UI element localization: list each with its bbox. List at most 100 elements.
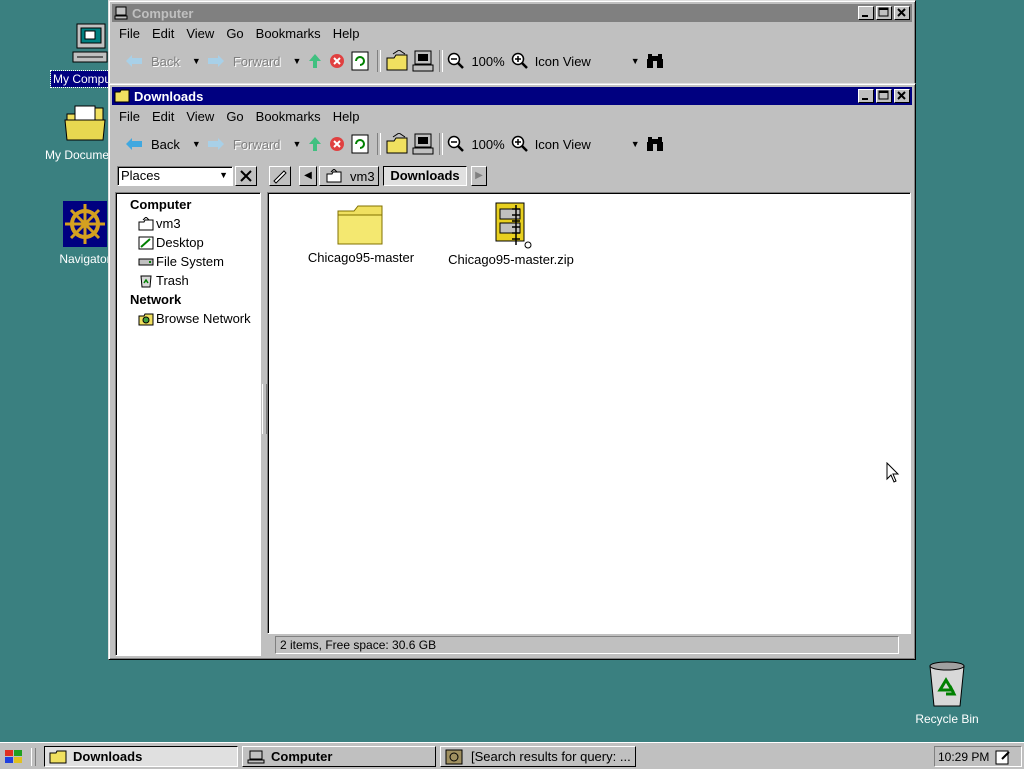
notes-icon[interactable] — [995, 749, 1011, 765]
home-folder-icon[interactable] — [385, 50, 409, 72]
arrow-up-icon[interactable] — [307, 53, 323, 69]
desktop-icon-recycle-bin[interactable]: Recycle Bin — [902, 660, 992, 727]
reload-icon[interactable] — [351, 51, 369, 71]
menu-help[interactable]: Help — [327, 109, 366, 124]
menu-help[interactable]: Help — [327, 26, 366, 41]
taskbar-button-downloads[interactable]: Downloads — [44, 746, 238, 767]
menu-view[interactable]: View — [180, 109, 220, 124]
zoom-out-icon[interactable] — [447, 135, 465, 153]
drive-icon — [138, 258, 154, 265]
zoom-in-icon[interactable] — [511, 52, 529, 70]
desktop-icon-label: Navigator — [59, 252, 111, 266]
menu-file[interactable]: File — [113, 26, 146, 41]
status-bar: 2 items, Free space: 30.6 GB — [275, 636, 899, 654]
minimize-button[interactable] — [858, 89, 874, 103]
toolbar: Back ▼ Forward ▼ 100% Icon View ▼ — [113, 46, 911, 76]
path-scroll-right[interactable]: ▶ — [471, 166, 487, 186]
minimize-button[interactable] — [858, 6, 874, 20]
file-name: Chicago95-master.zip — [448, 252, 574, 267]
view-dropdown-icon[interactable]: ▼ — [631, 139, 640, 149]
computer-icon — [72, 23, 108, 63]
desktop-icon-label: Recycle Bin — [915, 712, 979, 726]
places-sidebar: Computer vm3 Desktop File System Trash N… — [115, 192, 261, 656]
window-title: Downloads — [134, 88, 204, 104]
zoom-in-icon[interactable] — [511, 135, 529, 153]
chevron-down-icon[interactable]: ▼ — [219, 170, 228, 180]
downloads-window[interactable]: Downloads File Edit View Go Bookmarks He… — [108, 83, 916, 660]
path-scroll-left[interactable]: ◀ — [299, 166, 317, 186]
zoom-out-icon[interactable] — [447, 52, 465, 70]
sidebar-item-desktop[interactable]: Desktop — [130, 233, 260, 252]
path-button-vm3[interactable]: vm3 — [319, 166, 379, 186]
back-button[interactable]: Back — [125, 54, 180, 69]
network-icon — [138, 313, 154, 325]
sidebar-selector[interactable]: Places ▼ — [117, 166, 233, 186]
view-selector[interactable]: Icon View — [535, 54, 625, 69]
sidebar-item-vm3[interactable]: vm3 — [130, 214, 260, 233]
close-button[interactable] — [894, 6, 910, 20]
computer-window[interactable]: Computer File Edit View Go Bookmarks Hel… — [108, 0, 916, 86]
forward-button[interactable]: Forward — [207, 54, 281, 69]
close-sidebar-button[interactable] — [235, 166, 257, 186]
back-dropdown-icon[interactable]: ▼ — [192, 139, 201, 149]
sidebar-item-trash[interactable]: Trash — [130, 271, 260, 290]
toggle-location-button[interactable] — [269, 166, 291, 186]
file-item-zip[interactable]: Chicago95-master.zip — [436, 201, 586, 267]
taskbar-handle[interactable] — [31, 747, 36, 766]
binoculars-icon[interactable] — [646, 53, 664, 69]
folder-icon — [337, 205, 383, 245]
sidebar-item-browse-network[interactable]: Browse Network — [130, 309, 260, 328]
forward-dropdown-icon[interactable]: ▼ — [293, 56, 302, 66]
arrow-left-icon — [126, 55, 142, 67]
zoom-level[interactable]: 100% — [471, 137, 504, 152]
folder-icon — [49, 750, 67, 763]
maximize-button[interactable] — [876, 89, 892, 103]
path-button-downloads[interactable]: Downloads — [383, 166, 467, 186]
menu-file[interactable]: File — [113, 109, 146, 124]
view-dropdown-icon[interactable]: ▼ — [631, 56, 640, 66]
pencil-icon — [273, 170, 287, 184]
menu-bar: File Edit View Go Bookmarks Help — [113, 106, 365, 126]
taskbar: Downloads Computer [Search results for q… — [0, 742, 1024, 769]
desktop-icon — [138, 236, 154, 249]
folder-icon — [64, 105, 106, 141]
archive-icon — [495, 202, 532, 249]
stop-icon[interactable] — [329, 53, 345, 69]
sidebar-heading-computer: Computer — [130, 197, 192, 212]
stop-icon[interactable] — [329, 136, 345, 152]
menu-go[interactable]: Go — [220, 109, 249, 124]
back-button[interactable]: Back — [125, 137, 180, 152]
binoculars-icon[interactable] — [646, 136, 664, 152]
taskbar-button-search[interactable]: [Search results for query: ... — [440, 746, 636, 767]
close-button[interactable] — [894, 89, 910, 103]
reload-icon[interactable] — [351, 134, 369, 154]
back-dropdown-icon[interactable]: ▼ — [192, 56, 201, 66]
title-bar[interactable]: Computer — [112, 4, 912, 22]
taskbar-button-computer[interactable]: Computer — [242, 746, 436, 767]
forward-button[interactable]: Forward — [207, 137, 281, 152]
file-view[interactable]: Chicago95-master Chicago95-master.zip — [267, 192, 911, 634]
menu-bookmarks[interactable]: Bookmarks — [250, 26, 327, 41]
clock[interactable]: 10:29 PM — [938, 750, 989, 764]
menu-go[interactable]: Go — [220, 26, 249, 41]
start-button[interactable] — [3, 746, 39, 767]
menu-view[interactable]: View — [180, 26, 220, 41]
computer-icon[interactable] — [411, 50, 435, 72]
arrow-right-icon — [207, 138, 224, 150]
home-folder-icon[interactable] — [385, 133, 409, 155]
menu-bookmarks[interactable]: Bookmarks — [250, 109, 327, 124]
forward-dropdown-icon[interactable]: ▼ — [293, 139, 302, 149]
maximize-button[interactable] — [876, 6, 892, 20]
menu-edit[interactable]: Edit — [146, 109, 180, 124]
close-icon — [240, 170, 252, 182]
file-item-folder[interactable]: Chicago95-master — [286, 203, 436, 265]
computer-icon — [247, 750, 265, 763]
sidebar-item-file-system[interactable]: File System — [130, 252, 260, 271]
computer-icon[interactable] — [411, 133, 435, 155]
title-bar[interactable]: Downloads — [112, 87, 912, 105]
arrow-up-icon[interactable] — [307, 136, 323, 152]
zoom-level[interactable]: 100% — [471, 54, 504, 69]
menu-edit[interactable]: Edit — [146, 26, 180, 41]
view-selector[interactable]: Icon View — [535, 137, 625, 152]
home-folder-icon — [326, 169, 342, 183]
